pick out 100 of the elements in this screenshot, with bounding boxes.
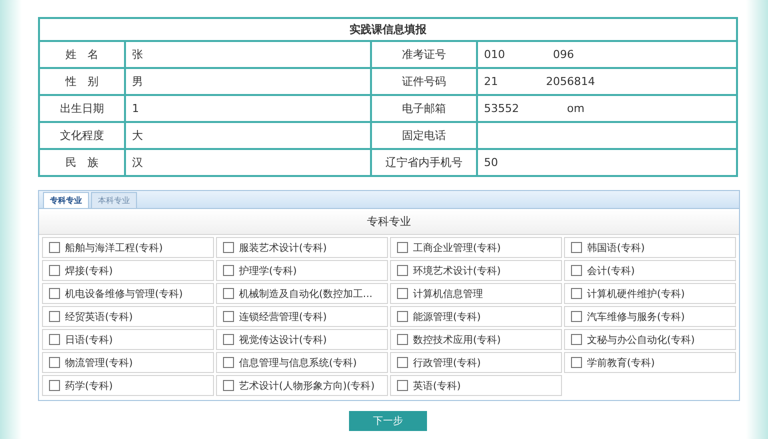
checkbox[interactable] <box>571 265 582 276</box>
major-option[interactable]: 能源管理(专科) <box>390 306 562 327</box>
checkbox[interactable] <box>223 380 234 391</box>
field-label: 文化程度 <box>39 122 125 149</box>
checkbox[interactable] <box>49 288 60 299</box>
field-value: 21 <box>484 75 498 88</box>
checkbox[interactable] <box>49 242 60 253</box>
checkbox[interactable] <box>571 334 582 345</box>
major-option[interactable]: 艺术设计(人物形象方向)(专科) <box>216 375 388 396</box>
checkbox[interactable] <box>223 357 234 368</box>
checkbox[interactable] <box>571 311 582 322</box>
option-label: 日语(专科) <box>65 334 113 346</box>
checkbox[interactable] <box>571 288 582 299</box>
field-label: 辽宁省内手机号 <box>371 149 477 176</box>
major-option[interactable]: 视觉传达设计(专科) <box>216 329 388 350</box>
field-label: 民 族 <box>39 149 125 176</box>
checkbox[interactable] <box>397 311 408 322</box>
major-option[interactable]: 物流管理(专科) <box>42 352 214 373</box>
field-value: 大 <box>132 128 143 143</box>
field-label: 准考证号 <box>371 41 477 68</box>
field-value: 53552 <box>484 102 519 115</box>
major-option[interactable]: 环境艺术设计(专科) <box>390 260 562 281</box>
checkbox[interactable] <box>571 357 582 368</box>
checkbox[interactable] <box>397 288 408 299</box>
field-value: 096 <box>553 48 574 61</box>
major-option[interactable]: 汽车维修与服务(专科) <box>564 306 736 327</box>
checkbox[interactable] <box>397 380 408 391</box>
option-label: 服装艺术设计(专科) <box>239 242 327 254</box>
option-label: 计算机硬件维护(专科) <box>587 288 685 300</box>
checkbox[interactable] <box>223 288 234 299</box>
option-label: 焊接(专科) <box>65 264 113 278</box>
field-label: 固定电话 <box>371 122 477 149</box>
option-label: 学前教育(专科) <box>587 356 655 370</box>
major-option[interactable]: 文秘与办公自动化(专科) <box>564 329 736 350</box>
option-label: 行政管理(专科) <box>413 356 481 370</box>
option-label: 机电设备维修与管理(专科) <box>65 288 183 300</box>
major-option[interactable]: 信息管理与信息系统(专科) <box>216 352 388 373</box>
major-option[interactable]: 护理学(专科) <box>216 260 388 281</box>
checkbox[interactable] <box>397 357 408 368</box>
field-value: 50 <box>484 156 498 169</box>
option-label: 韩国语(专科) <box>587 242 645 254</box>
major-option[interactable]: 工商企业管理(专科) <box>390 237 562 258</box>
major-option[interactable]: 英语(专科) <box>390 375 562 396</box>
option-label: 环境艺术设计(专科) <box>413 264 501 278</box>
option-label: 汽车维修与服务(专科) <box>587 310 685 324</box>
option-label: 艺术设计(人物形象方向)(专科) <box>239 380 375 392</box>
checkbox[interactable] <box>223 242 234 253</box>
major-option[interactable]: 日语(专科) <box>42 329 214 350</box>
checkbox[interactable] <box>571 242 582 253</box>
option-label: 经贸英语(专科) <box>65 310 133 324</box>
major-option[interactable]: 服装艺术设计(专科) <box>216 237 388 258</box>
checkbox[interactable] <box>49 357 60 368</box>
field-value: 张 <box>132 47 143 62</box>
field-label: 性 别 <box>39 68 125 95</box>
tab[interactable]: 专科专业 <box>43 192 89 208</box>
major-option[interactable]: 机电设备维修与管理(专科) <box>42 283 214 304</box>
checkbox[interactable] <box>397 242 408 253</box>
option-label: 连锁经营管理(专科) <box>239 310 327 324</box>
major-option[interactable]: 焊接(专科) <box>42 260 214 281</box>
major-option[interactable]: 学前教育(专科) <box>564 352 736 373</box>
field-value: 010 <box>484 48 505 61</box>
checkbox[interactable] <box>397 265 408 276</box>
option-label: 英语(专科) <box>413 380 461 392</box>
checkbox[interactable] <box>223 311 234 322</box>
option-label: 药学(专科) <box>65 380 113 392</box>
checkbox[interactable] <box>49 380 60 391</box>
field-value: 2056814 <box>546 75 595 88</box>
option-label: 视觉传达设计(专科) <box>239 334 327 346</box>
major-option[interactable]: 韩国语(专科) <box>564 237 736 258</box>
field-label: 出生日期 <box>39 95 125 122</box>
option-label: 物流管理(专科) <box>65 356 133 370</box>
option-label: 数控技术应用(专科) <box>413 334 501 346</box>
field-label: 姓 名 <box>39 41 125 68</box>
major-option[interactable]: 计算机硬件维护(专科) <box>564 283 736 304</box>
option-label: 工商企业管理(专科) <box>413 242 501 254</box>
field-label: 电子邮箱 <box>371 95 477 122</box>
major-option[interactable]: 连锁经营管理(专科) <box>216 306 388 327</box>
option-label: 信息管理与信息系统(专科) <box>239 356 357 370</box>
field-value: 汉 <box>132 155 143 170</box>
checkbox[interactable] <box>223 265 234 276</box>
checkbox[interactable] <box>223 334 234 345</box>
field-value: om <box>567 102 584 115</box>
major-option[interactable]: 计算机信息管理 <box>390 283 562 304</box>
major-option[interactable]: 会计(专科) <box>564 260 736 281</box>
option-label: 文秘与办公自动化(专科) <box>587 334 695 346</box>
major-option[interactable]: 经贸英语(专科) <box>42 306 214 327</box>
checkbox[interactable] <box>397 334 408 345</box>
field-value: 1 <box>132 102 139 115</box>
major-option[interactable]: 行政管理(专科) <box>390 352 562 373</box>
field-label: 证件号码 <box>371 68 477 95</box>
major-option[interactable]: 机械制造及自动化(数控加工... <box>216 283 388 304</box>
checkbox[interactable] <box>49 311 60 322</box>
major-option[interactable]: 药学(专科) <box>42 375 214 396</box>
checkbox[interactable] <box>49 265 60 276</box>
checkbox[interactable] <box>49 334 60 345</box>
form-title: 实践课信息填报 <box>39 18 737 41</box>
major-option[interactable]: 数控技术应用(专科) <box>390 329 562 350</box>
option-label: 机械制造及自动化(数控加工... <box>239 288 372 300</box>
option-label: 护理学(专科) <box>239 264 297 278</box>
major-option[interactable]: 船舶与海洋工程(专科) <box>42 237 214 258</box>
